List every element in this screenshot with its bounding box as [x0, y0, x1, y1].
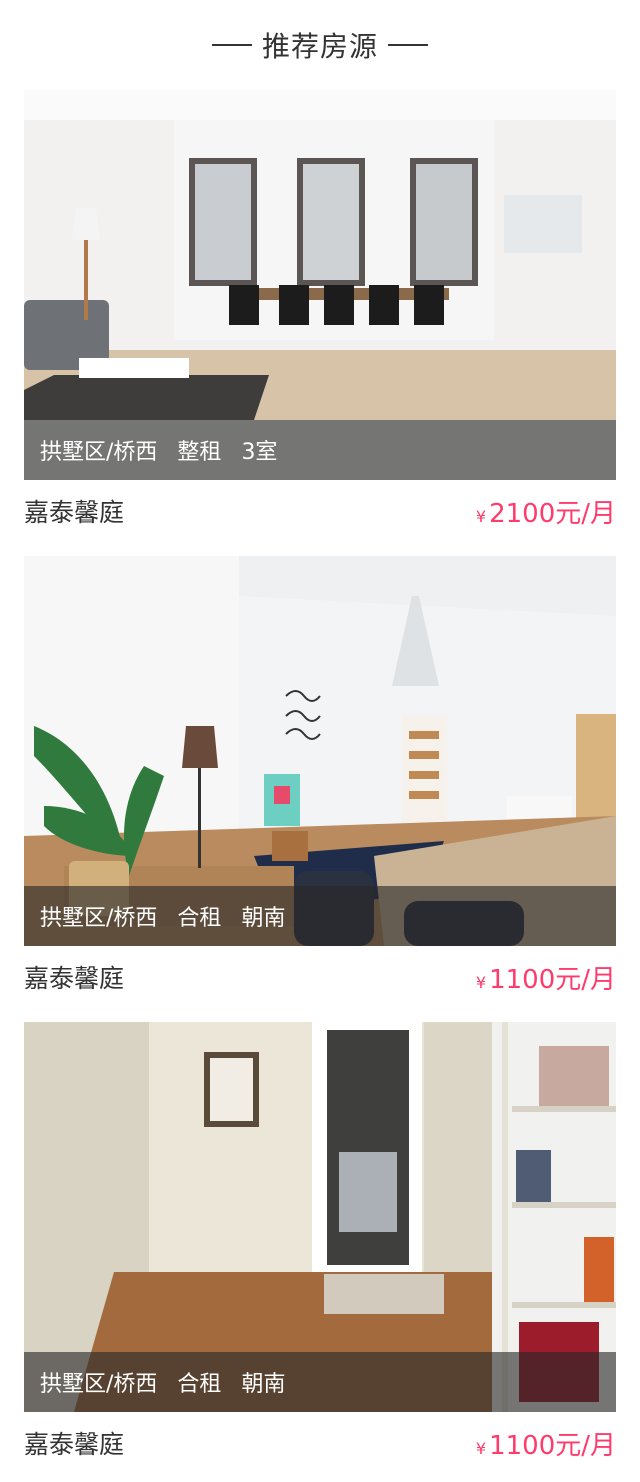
listing-rent-type: 整租	[177, 440, 222, 465]
listing-tags-overlay: 拱墅区/桥西 整租 3室	[24, 420, 616, 480]
listing-card[interactable]: 拱墅区/桥西 整租 3室 嘉泰馨庭 ¥ 2100元/月	[0, 90, 640, 542]
listing-card[interactable]: 拱墅区/桥西 合租 朝南 嘉泰馨庭 ¥ 1100元/月	[0, 1022, 640, 1474]
listing-tags-overlay: 拱墅区/桥西 合租 朝南	[24, 1352, 616, 1412]
price-value: 1100元/月	[489, 1430, 616, 1461]
currency-symbol: ¥	[475, 972, 487, 992]
listing-photo[interactable]: 拱墅区/桥西 合租 朝南	[24, 1022, 616, 1412]
section-title: 推荐房源	[261, 30, 378, 63]
listing-photo[interactable]: 拱墅区/桥西 整租 3室	[24, 90, 616, 480]
currency-symbol: ¥	[475, 506, 487, 526]
listing-name: 嘉泰馨庭	[24, 964, 125, 993]
listing-price: ¥ 1100元/月	[476, 1425, 616, 1462]
listing-name: 嘉泰馨庭	[24, 1430, 125, 1459]
listing-info-row: 嘉泰馨庭 ¥ 1100元/月	[24, 946, 616, 1008]
listing-card[interactable]: 拱墅区/桥西 合租 朝南 嘉泰馨庭 ¥ 1100元/月	[0, 556, 640, 1008]
listing-price: ¥ 2100元/月	[476, 493, 616, 530]
listing-price: ¥ 1100元/月	[476, 959, 616, 996]
listing-rooms: 3室	[241, 440, 278, 465]
price-value: 2100元/月	[489, 498, 616, 529]
listing-info-row: 嘉泰馨庭 ¥ 1100元/月	[24, 1412, 616, 1474]
header-line-right	[388, 44, 428, 46]
listing-photo[interactable]: 拱墅区/桥西 合租 朝南	[24, 556, 616, 946]
section-header: 推荐房源	[0, 0, 640, 90]
listing-tags-overlay: 拱墅区/桥西 合租 朝南	[24, 886, 616, 946]
listing-rent-type: 合租	[177, 1372, 222, 1397]
listing-rent-type: 合租	[177, 906, 222, 931]
listing-orientation: 朝南	[241, 906, 286, 931]
listing-district: 拱墅区/桥西	[40, 1372, 158, 1397]
listing-info-row: 嘉泰馨庭 ¥ 2100元/月	[24, 480, 616, 542]
listing-district: 拱墅区/桥西	[40, 440, 158, 465]
header-line-left	[211, 44, 252, 46]
price-value: 1100元/月	[489, 964, 616, 995]
currency-symbol: ¥	[475, 1438, 487, 1458]
listing-orientation: 朝南	[241, 1372, 286, 1397]
listing-name: 嘉泰馨庭	[24, 498, 125, 527]
listing-district: 拱墅区/桥西	[40, 906, 158, 931]
